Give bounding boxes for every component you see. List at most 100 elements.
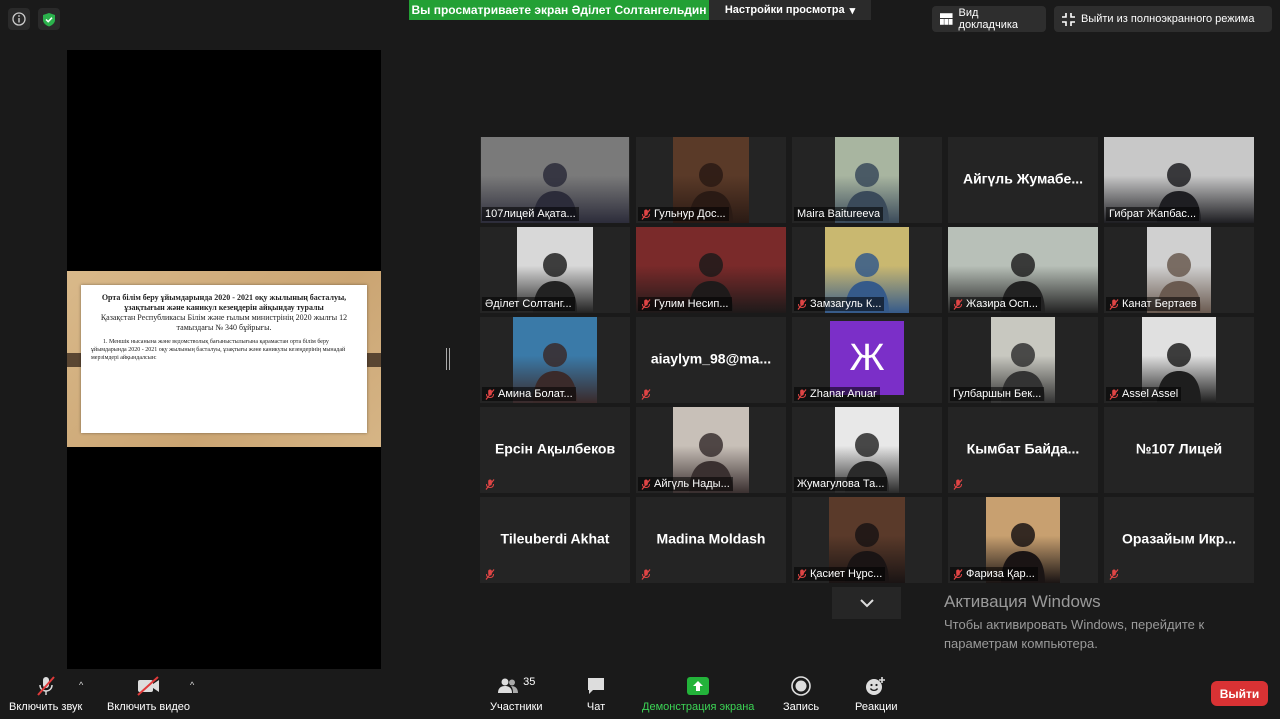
share-screen-button[interactable]: Демонстрация экрана	[642, 675, 754, 713]
participant-tile[interactable]: Әділет Солтанг...	[480, 227, 630, 313]
unmute-button[interactable]: Включить звук	[9, 675, 82, 713]
participant-tile[interactable]: Гулбаршын Бек...	[948, 317, 1098, 403]
end-meeting-button[interactable]: Выйти	[1211, 681, 1268, 706]
participant-tile[interactable]: Assel Assel	[1104, 317, 1254, 403]
participant-tile[interactable]: aiaylym_98@ma...	[636, 317, 786, 403]
microphone-muted-icon	[1109, 568, 1119, 580]
chat-icon	[588, 678, 604, 694]
participant-tile[interactable]: Ж Zhanar Anuar	[792, 317, 942, 403]
record-icon	[791, 676, 811, 696]
participants-button[interactable]: 35 Участники	[490, 675, 543, 713]
participant-name-label	[638, 387, 654, 401]
participant-name-label: Гульнур Дос...	[638, 207, 729, 221]
participant-tile[interactable]: №107 Лицей	[1104, 407, 1254, 493]
participant-name-label: Әділет Солтанг...	[482, 297, 575, 311]
participant-display-name: aiaylym_98@ma...	[650, 350, 772, 367]
exit-fullscreen-button[interactable]: Выйти из полноэкранного режима	[1054, 6, 1272, 32]
microphone-muted-icon	[797, 388, 807, 400]
participant-tile[interactable]: Канат Бертаев	[1104, 227, 1254, 313]
participant-name-label: Assel Assel	[1106, 387, 1182, 401]
document-body: 1. Меншік нысанына және ведомстволық бағ…	[91, 339, 346, 361]
microphone-muted-icon	[641, 298, 651, 310]
participant-tile[interactable]: Қасиет Нұрс...	[792, 497, 942, 583]
participant-tile[interactable]: Жазира Осп...	[948, 227, 1098, 313]
chat-button[interactable]: Чат	[586, 675, 606, 713]
speaker-view-label: Вид докладчика	[958, 7, 1019, 31]
zoom-meeting-window: Вы просматриваете экран Әділет Солтангел…	[0, 0, 1280, 719]
info-icon[interactable]	[8, 8, 30, 30]
document-page: Орта білім беру ұйымдарында 2020 - 2021 …	[81, 285, 367, 433]
participant-tile[interactable]: Гулим Несип...	[636, 227, 786, 313]
participant-name-label: Гулбаршын Бек...	[950, 387, 1045, 401]
participant-tile[interactable]: Madina Moldash	[636, 497, 786, 583]
participant-tile[interactable]: Айгүль Нады...	[636, 407, 786, 493]
microphone-muted-icon	[485, 568, 495, 580]
share-screen-icon	[687, 677, 710, 695]
chevron-down-icon: ▾	[849, 4, 856, 17]
participant-tile[interactable]: Гульнур Дос...	[636, 137, 786, 223]
participant-display-name: Ерсін Ақылбеков	[494, 440, 616, 457]
participant-tile[interactable]: 107лицей Ақата...	[480, 137, 630, 223]
shield-icon[interactable]	[38, 8, 60, 30]
participant-tile[interactable]: Гибрат Жапбас...	[1104, 137, 1254, 223]
document-slide: Орта білім беру ұйымдарында 2020 - 2021 …	[67, 271, 381, 447]
participant-gallery: 107лицей Ақата... Гульнур Дос... Maira Bai…	[480, 137, 1254, 583]
microphone-muted-icon	[953, 478, 963, 490]
microphone-muted-icon	[641, 478, 651, 490]
speaker-view-button[interactable]: Вид докладчика	[932, 6, 1046, 32]
microphone-muted-icon	[797, 298, 807, 310]
participant-name-label	[950, 477, 966, 491]
participant-tile[interactable]: Фариза Қар...	[948, 497, 1098, 583]
microphone-muted-icon	[1109, 298, 1119, 310]
document-subtitle: Қазақстан Республикасы Білім және ғылым …	[100, 313, 348, 333]
start-video-label: Включить видео	[107, 701, 191, 713]
video-options-caret[interactable]: ^	[190, 680, 194, 690]
participant-name-label: Қасиет Нұрс...	[794, 567, 886, 581]
participant-tile[interactable]: Maira Baitureeva	[792, 137, 942, 223]
exit-fullscreen-icon	[1062, 12, 1075, 26]
shared-screen[interactable]: Орта білім беру ұйымдарында 2020 - 2021 …	[67, 50, 381, 669]
split-divider-handle[interactable]	[446, 348, 450, 370]
chat-label: Чат	[586, 701, 606, 713]
smiley-plus-icon	[866, 677, 886, 695]
participant-display-name: Madina Moldash	[656, 530, 766, 547]
record-button[interactable]: Запись	[783, 675, 819, 713]
microphone-muted-icon	[1109, 388, 1119, 400]
participant-name-label: Замзагуль К...	[794, 297, 885, 311]
participant-tile[interactable]: Замзагуль К...	[792, 227, 942, 313]
participants-count: 35	[523, 676, 536, 688]
microphone-muted-icon	[953, 298, 963, 310]
microphone-muted-icon	[797, 568, 807, 580]
audio-options-caret[interactable]: ^	[79, 680, 83, 690]
participant-name-label: Гибрат Жапбас...	[1106, 207, 1200, 221]
participant-tile[interactable]: Tileuberdi Akhat	[480, 497, 630, 583]
share-screen-label: Демонстрация экрана	[642, 701, 755, 713]
participant-name-label: Фариза Қар...	[950, 567, 1038, 581]
windows-activation-watermark: Активация Windows Чтобы активировать Win…	[944, 592, 1244, 654]
view-options-label: Настройки просмотра	[724, 4, 845, 16]
participant-tile[interactable]: Оразайым Икр...	[1104, 497, 1254, 583]
participant-tile[interactable]: Кымбат Байда...	[948, 407, 1098, 493]
participant-name-label: Гулим Несип...	[638, 297, 732, 311]
grid-view-icon	[940, 13, 953, 25]
document-title: Орта білім беру ұйымдарында 2020 - 2021 …	[101, 293, 347, 312]
start-video-button[interactable]: Включить видео	[107, 675, 190, 713]
screen-share-banner: Вы просматриваете экран Әділет Солтангел…	[409, 0, 709, 20]
participant-tile[interactable]: Жумагулова Та...	[792, 407, 942, 493]
participant-display-name: Айгүль Жумабе...	[962, 170, 1084, 187]
view-options-dropdown[interactable]: Настройки просмотра ▾	[709, 0, 871, 20]
record-label: Запись	[783, 701, 820, 713]
windows-activation-text: Чтобы активировать Windows, перейдите к …	[944, 617, 1205, 651]
gallery-next-page-button[interactable]	[832, 587, 901, 619]
reactions-button[interactable]: Реакции	[855, 675, 898, 713]
participant-name-label: Айгүль Нады...	[638, 477, 733, 491]
participant-name-label: Жазира Осп...	[950, 297, 1041, 311]
participant-tile[interactable]: Амина Болат...	[480, 317, 630, 403]
participant-tile[interactable]: Айгүль Жумабе...	[948, 137, 1098, 223]
participant-name-label	[638, 567, 654, 581]
participant-name-label	[482, 477, 498, 491]
participant-name-label: 107лицей Ақата...	[482, 207, 579, 221]
participant-display-name: №107 Лицей	[1135, 440, 1223, 457]
participant-tile[interactable]: Ерсін Ақылбеков	[480, 407, 630, 493]
reactions-label: Реакции	[855, 701, 898, 713]
